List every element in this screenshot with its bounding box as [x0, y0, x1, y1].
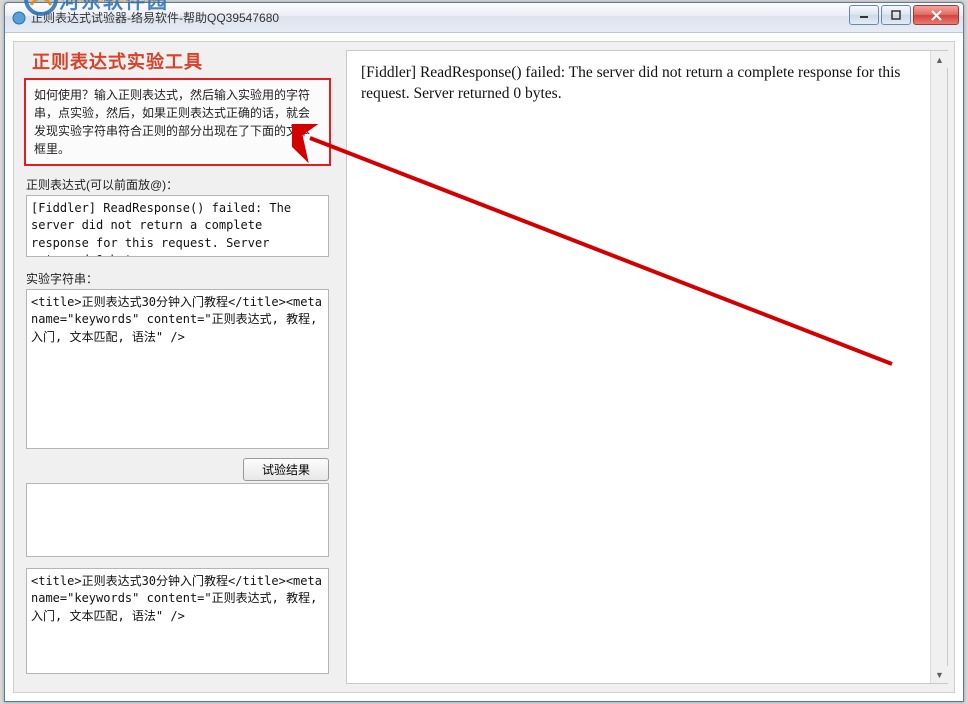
regex-label: 正则表达式(可以前面放@)：: [26, 176, 329, 193]
response-text: [Fiddler] ReadResponse() failed: The ser…: [347, 51, 929, 683]
window-frame: 正则表达式试验器-络易软件-帮助QQ39547680 河东软件园 www.pc0…: [4, 2, 964, 702]
maximize-icon: [891, 10, 901, 20]
test-string-input[interactable]: [26, 289, 329, 449]
client-area: 正则表达式实验工具 如何使用？输入正则表达式，然后输入实验用的字符串，点实验，然…: [13, 41, 955, 693]
tool-heading: 正则表达式实验工具: [20, 42, 335, 78]
maximize-button[interactable]: [881, 5, 911, 25]
scroll-up-icon[interactable]: ▲: [931, 51, 948, 68]
close-button[interactable]: [913, 5, 959, 25]
button-row: 试验结果: [26, 458, 329, 481]
minimize-icon: [859, 10, 869, 20]
spacer: [20, 560, 335, 568]
app-icon: [11, 10, 27, 26]
scroll-down-icon[interactable]: ▼: [931, 666, 948, 683]
close-icon: [931, 10, 942, 21]
regex-input[interactable]: [26, 195, 329, 257]
titlebar[interactable]: 正则表达式试验器-络易软件-帮助QQ39547680: [5, 3, 963, 33]
bottom-output[interactable]: [26, 568, 329, 674]
window-controls: [849, 5, 959, 25]
instructions-text: 如何使用？输入正则表达式，然后输入实验用的字符串，点实验，然后，如果正则表达式正…: [34, 88, 310, 156]
window-title: 正则表达式试验器-络易软件-帮助QQ39547680: [31, 9, 279, 26]
run-test-button[interactable]: 试验结果: [243, 458, 329, 481]
test-string-label: 实验字符串：: [26, 270, 329, 287]
minimize-button[interactable]: [849, 5, 879, 25]
right-panel: [Fiddler] ReadResponse() failed: The ser…: [346, 50, 948, 684]
instructions-box: 如何使用？输入正则表达式，然后输入实验用的字符串，点实验，然后，如果正则表达式正…: [24, 78, 331, 166]
vertical-scrollbar[interactable]: ▲ ▼: [930, 51, 947, 683]
result-output[interactable]: [26, 483, 329, 557]
left-panel: 正则表达式实验工具 如何使用？输入正则表达式，然后输入实验用的字符串，点实验，然…: [20, 42, 335, 692]
